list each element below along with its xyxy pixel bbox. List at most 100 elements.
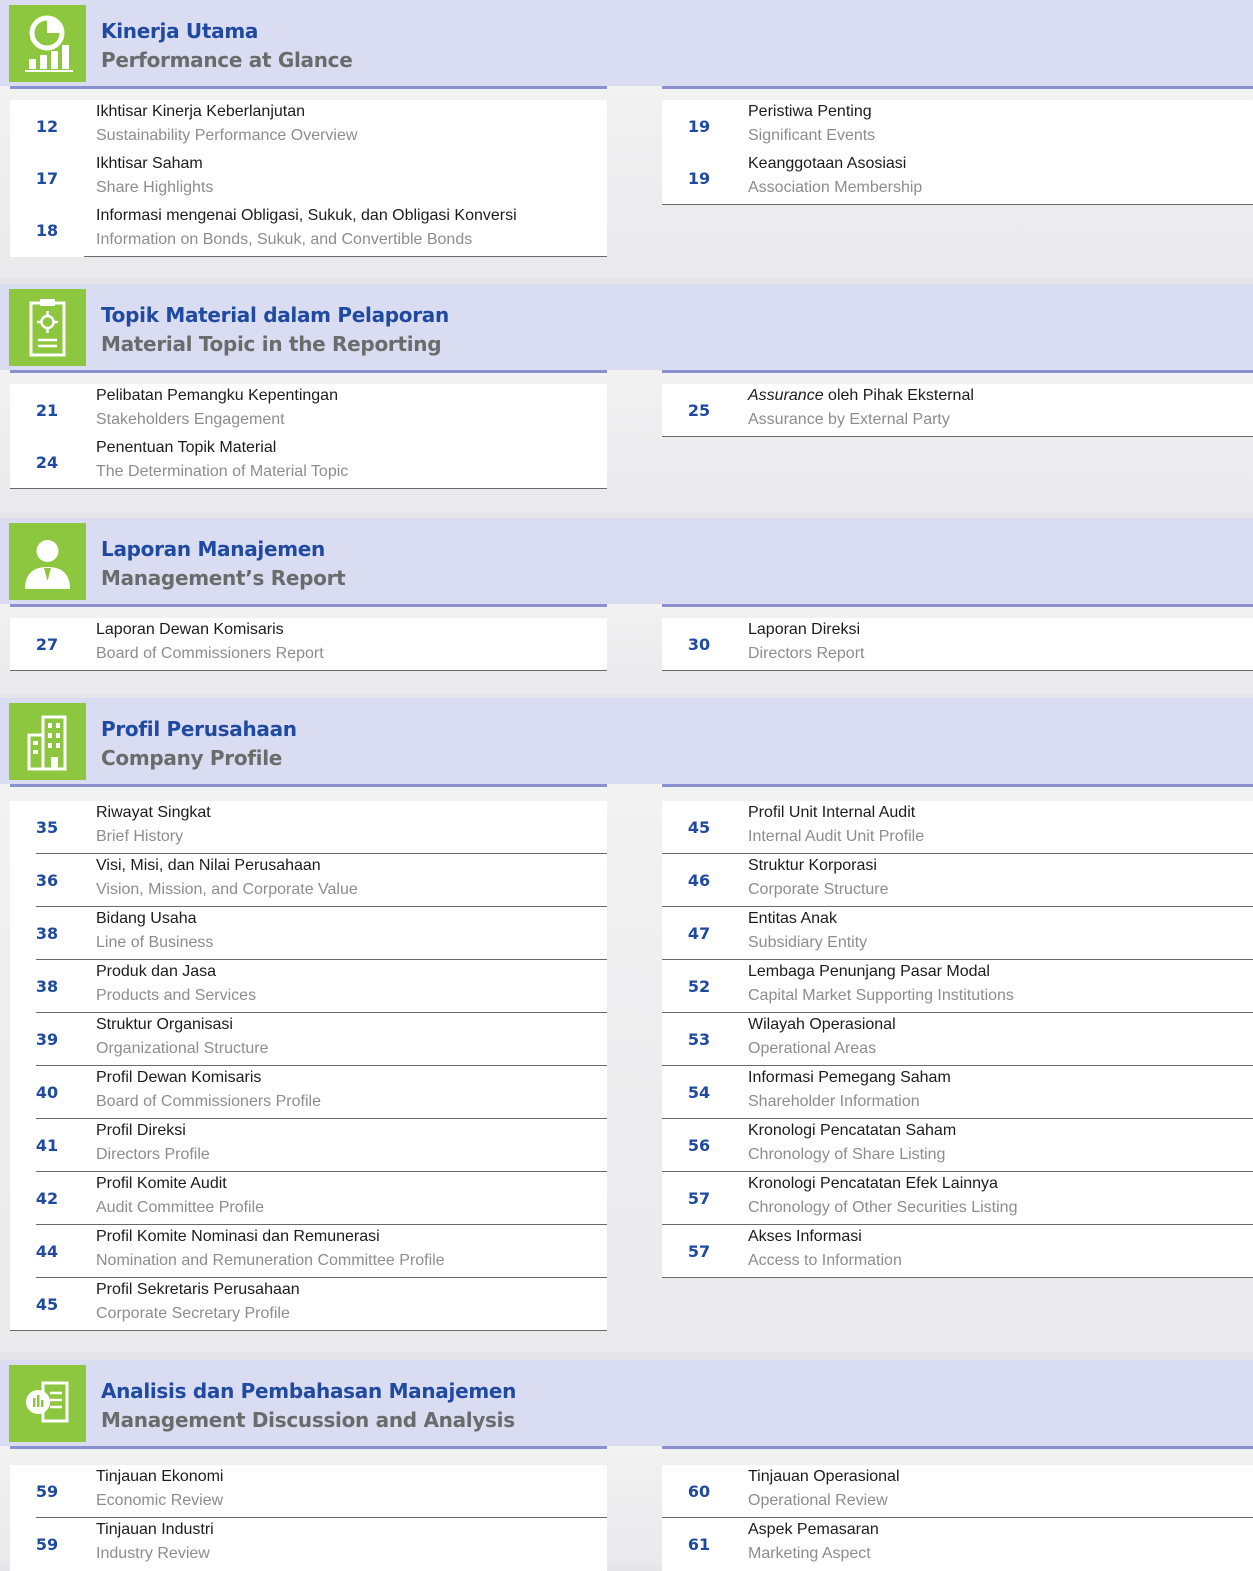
entry-title-id: Struktur Korporasi bbox=[748, 857, 877, 874]
page-number: 52 bbox=[662, 960, 736, 1013]
section-title: Kinerja Utama bbox=[101, 19, 259, 43]
divider bbox=[662, 670, 1253, 671]
entry-title-en: Chronology of Share Listing bbox=[748, 1146, 946, 1163]
page-number: 18 bbox=[10, 204, 84, 257]
divider bbox=[662, 86, 1253, 89]
section-title: Analisis dan Pembahasan Manajemen bbox=[101, 1379, 517, 1403]
page-number: 53 bbox=[662, 1013, 736, 1066]
entry-title-id: Lembaga Penunjang Pasar Modal bbox=[748, 963, 990, 980]
entry-title-id: Wilayah Operasional bbox=[748, 1016, 896, 1033]
toc-entry[interactable]: 19 Peristiwa Penting Significant Events bbox=[0, 100, 1253, 153]
performance-chart-icon bbox=[9, 5, 86, 82]
page-number: 56 bbox=[662, 1119, 736, 1172]
toc-entry[interactable]: 30 Laporan Direksi Directors Report bbox=[0, 618, 1253, 671]
section-subtitle: Management’s Report bbox=[101, 566, 346, 590]
section-body: 21 Pelibatan Pemangku Kepentingan Stakeh… bbox=[0, 370, 1253, 512]
section-title: Profil Perusahaan bbox=[101, 717, 297, 741]
analysis-document-icon bbox=[9, 1365, 86, 1442]
entry-title-en: Chronology of Other Securities Listing bbox=[748, 1199, 1018, 1216]
toc-entry[interactable]: 45 Profil Sekretaris Perusahaan Corporat… bbox=[0, 1278, 607, 1331]
entry-title-id: Akses Informasi bbox=[748, 1228, 862, 1245]
entry-title-en: Operational Review bbox=[748, 1492, 888, 1509]
section-subtitle: Management Discussion and Analysis bbox=[101, 1408, 515, 1432]
entry-title-rest: oleh Pihak Eksternal bbox=[823, 387, 974, 404]
toc-entry[interactable]: 46 Struktur Korporasi Corporate Structur… bbox=[0, 854, 1253, 907]
entry-title-id: Laporan Direksi bbox=[748, 621, 861, 638]
entry-title-en: Assurance by External Party bbox=[748, 411, 950, 428]
page-number: 25 bbox=[662, 384, 736, 437]
page-number: 19 bbox=[662, 152, 736, 205]
toc-entry[interactable]: 18 Informasi mengenai Obligasi, Sukuk, d… bbox=[0, 204, 607, 257]
divider bbox=[662, 604, 1253, 607]
building-icon bbox=[9, 703, 86, 780]
section-subtitle: Company Profile bbox=[101, 746, 283, 770]
toc-entry[interactable]: 19 Keanggotaan Asosiasi Association Memb… bbox=[0, 152, 1253, 205]
manager-person-icon bbox=[9, 523, 86, 600]
section-body: 59 Tinjauan Ekonomi Economic Review 59 T… bbox=[0, 1446, 1253, 1571]
section-body: 35 Riwayat Singkat Brief History 36 Visi… bbox=[0, 784, 1253, 1352]
section-subtitle: Performance at Glance bbox=[101, 48, 353, 72]
section-body: 27 Laporan Dewan Komisaris Board of Comm… bbox=[0, 604, 1253, 694]
toc-entry[interactable]: 57 Akses Informasi Access to Information bbox=[0, 1225, 1253, 1278]
toc-entry[interactable]: 52 Lembaga Penunjang Pasar Modal Capital… bbox=[0, 960, 1253, 1013]
entry-title-id: Informasi mengenai Obligasi, Sukuk, dan … bbox=[96, 207, 517, 224]
entry-title-id: Kronologi Pencatatan Saham bbox=[748, 1122, 957, 1139]
divider bbox=[10, 86, 607, 89]
entry-title-id: Kronologi Pencatatan Efek Lainnya bbox=[748, 1175, 998, 1192]
entry-title-italic: Assurance bbox=[748, 387, 824, 404]
toc-entry[interactable]: 47 Entitas Anak Subsidiary Entity bbox=[0, 907, 1253, 960]
page-number: 54 bbox=[662, 1066, 736, 1119]
entry-title-en: Marketing Aspect bbox=[748, 1545, 871, 1562]
section-header: Topik Material dalam Pelaporan Material … bbox=[0, 284, 1253, 370]
section-header: Profil Perusahaan Company Profile bbox=[0, 698, 1253, 784]
page-number: 57 bbox=[662, 1172, 736, 1225]
divider bbox=[10, 1330, 607, 1331]
divider bbox=[662, 784, 1253, 787]
divider bbox=[10, 370, 607, 373]
entry-title-en: Directors Report bbox=[748, 645, 865, 662]
entry-title-id: Informasi Pemegang Saham bbox=[748, 1069, 951, 1086]
page-number: 61 bbox=[662, 1518, 736, 1571]
page-number: 60 bbox=[662, 1465, 736, 1518]
page-number: 47 bbox=[662, 907, 736, 960]
divider bbox=[10, 784, 607, 787]
toc-entry[interactable]: 25 Assurance oleh Pihak Eksternal Assura… bbox=[0, 384, 1253, 437]
entry-title-en: Corporate Structure bbox=[748, 881, 889, 898]
page-number: 45 bbox=[662, 801, 736, 854]
entry-title-en: The Determination of Material Topic bbox=[96, 463, 349, 480]
toc-entry[interactable]: 53 Wilayah Operasional Operational Areas bbox=[0, 1013, 1253, 1066]
entry-title-en: Capital Market Supporting Institutions bbox=[748, 987, 1014, 1004]
page-number: 30 bbox=[662, 618, 736, 671]
entry-title-en: Information on Bonds, Sukuk, and Convert… bbox=[96, 231, 473, 248]
toc-entry[interactable]: 45 Profil Unit Internal Audit Internal A… bbox=[0, 801, 1253, 854]
page-number: 24 bbox=[10, 436, 84, 489]
section-title: Laporan Manajemen bbox=[101, 537, 325, 561]
section-body: 12 Ikhtisar Kinerja Keberlanjutan Sustai… bbox=[0, 86, 1253, 278]
entry-title-id: Profil Sekretaris Perusahaan bbox=[96, 1281, 300, 1298]
toc-entry[interactable]: 24 Penentuan Topik Material The Determin… bbox=[0, 436, 607, 489]
clipboard-gear-icon bbox=[9, 289, 86, 366]
section-header: Laporan Manajemen Management’s Report bbox=[0, 518, 1253, 604]
entry-title-id: Assurance oleh Pihak Eksternal bbox=[748, 387, 974, 405]
toc-entry[interactable]: 56 Kronologi Pencatatan Saham Chronology… bbox=[0, 1119, 1253, 1172]
toc-entry[interactable]: 57 Kronologi Pencatatan Efek Lainnya Chr… bbox=[0, 1172, 1253, 1225]
section-header: Kinerja Utama Performance at Glance bbox=[0, 0, 1253, 86]
page-number: 57 bbox=[662, 1225, 736, 1278]
toc-entry[interactable]: 61 Aspek Pemasaran Marketing Aspect bbox=[0, 1518, 1253, 1571]
toc-entry[interactable]: 54 Informasi Pemegang Saham Shareholder … bbox=[0, 1066, 1253, 1119]
entry-title-id: Tinjauan Operasional bbox=[748, 1468, 900, 1485]
entry-title-id: Aspek Pemasaran bbox=[748, 1521, 879, 1538]
entry-title-en: Subsidiary Entity bbox=[748, 934, 868, 951]
section-subtitle: Material Topic in the Reporting bbox=[101, 332, 442, 356]
entry-title-en: Shareholder Information bbox=[748, 1093, 920, 1110]
section-header: Analisis dan Pembahasan Manajemen Manage… bbox=[0, 1360, 1253, 1446]
entry-title-en: Association Membership bbox=[748, 179, 923, 196]
page-number: 19 bbox=[662, 100, 736, 153]
entry-title-en: Corporate Secretary Profile bbox=[96, 1305, 290, 1322]
divider bbox=[662, 204, 1253, 205]
entry-title-id: Entitas Anak bbox=[748, 910, 837, 927]
entry-title-en: Significant Events bbox=[748, 127, 876, 144]
entry-title-en: Internal Audit Unit Profile bbox=[748, 828, 925, 845]
entry-title-id: Keanggotaan Asosiasi bbox=[748, 155, 907, 172]
toc-entry[interactable]: 60 Tinjauan Operasional Operational Revi… bbox=[0, 1465, 1253, 1518]
